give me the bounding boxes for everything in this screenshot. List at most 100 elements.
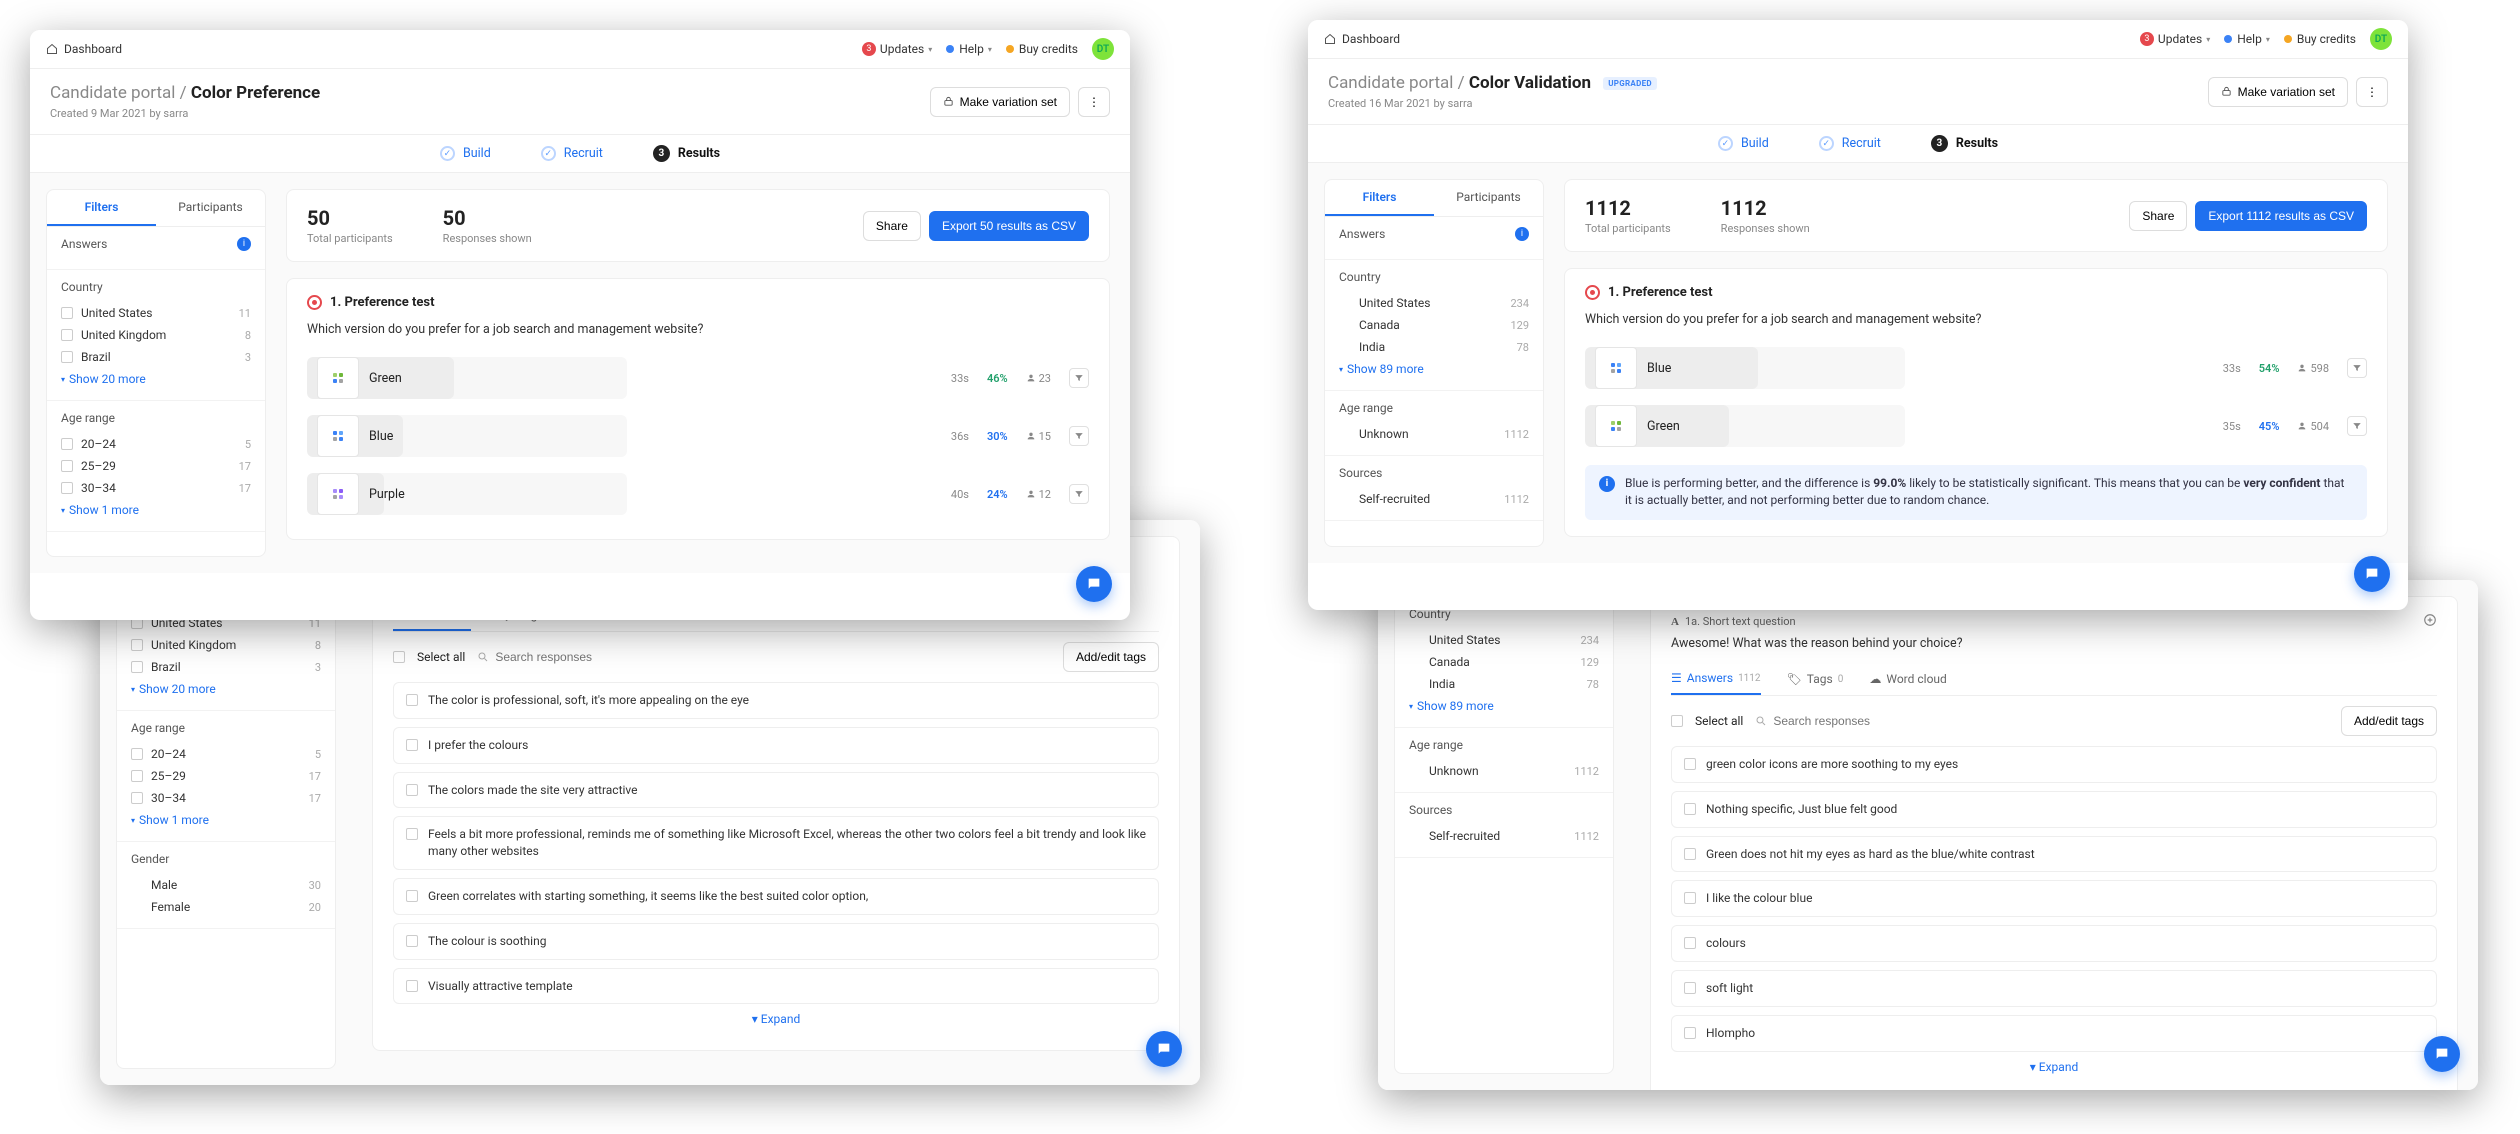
filter-row[interactable]: India78 [1339,336,1529,358]
checkbox[interactable] [131,770,143,782]
share-button[interactable]: Share [863,211,921,241]
filter-row[interactable]: Canada129 [1339,314,1529,336]
buy-credits-link[interactable]: Buy credits [1006,42,1078,56]
tab-build[interactable]: ✓Build [440,145,491,162]
checkbox[interactable] [61,460,73,472]
tab-results[interactable]: 3Results [1931,135,1998,152]
response-row[interactable]: Green does not hit my eyes as hard as th… [1671,836,2437,873]
answer-bar[interactable]: Blue [1585,347,1905,389]
checkbox[interactable] [131,661,143,673]
answer-bar[interactable]: Green [1585,405,1905,447]
search[interactable] [1755,714,2036,728]
tab-recruit[interactable]: ✓Recruit [1819,135,1881,152]
filter-row[interactable]: United Kingdom8 [61,324,251,346]
answer-bar[interactable]: Purple [307,473,627,515]
search[interactable] [477,650,758,664]
filters-tab[interactable]: Filters [1325,180,1434,216]
avatar[interactable]: DT [2370,28,2392,50]
response-row[interactable]: Visually attractive template [393,968,1159,1005]
filter-row[interactable]: 25–2917 [131,765,321,787]
show-more[interactable]: ▾Show 1 more [61,499,251,521]
response-row[interactable]: Nothing specific, Just blue felt good [1671,791,2437,828]
response-row[interactable]: The colors made the site very attractive [393,772,1159,809]
response-row[interactable]: colours [1671,925,2437,962]
response-row[interactable]: green color icons are more soothing to m… [1671,746,2437,783]
filter-row[interactable]: United States234 [1409,629,1599,651]
select-all-cb[interactable] [1671,715,1683,727]
filter-row[interactable]: Male30 [131,874,321,896]
checkbox[interactable] [131,639,143,651]
checkbox[interactable] [1684,892,1696,904]
select-all-cb[interactable] [393,651,405,663]
filter-row[interactable]: United States234 [1339,292,1529,314]
subtab-tags[interactable]: 🏷 Tags 0 [1787,664,1844,694]
checkbox[interactable] [406,828,418,840]
make-variation-button[interactable]: Make variation set [2208,77,2348,107]
response-row[interactable]: Green correlates with starting something… [393,878,1159,915]
checkbox[interactable] [1684,848,1696,860]
filter-row[interactable]: 25–2917 [61,455,251,477]
filters-tab[interactable]: Filters [47,190,156,226]
help-link[interactable]: Help▾ [946,42,992,56]
response-row[interactable]: I like the colour blue [1671,880,2437,917]
response-row[interactable]: soft light [1671,970,2437,1007]
subtab-wordcloud[interactable]: ☁ Word cloud [1869,664,1946,694]
search-input[interactable] [495,650,695,664]
response-row[interactable]: Hlompho [1671,1015,2437,1052]
show-more[interactable]: ▾Show 20 more [61,368,251,390]
participants-tab[interactable]: Participants [156,190,265,226]
checkbox[interactable] [1684,803,1696,815]
export-button[interactable]: Export 1112 results as CSV [2195,201,2367,231]
checkbox[interactable] [1684,937,1696,949]
filter-icon[interactable] [2347,358,2367,378]
filter-row[interactable]: Brazil3 [61,346,251,368]
checkbox[interactable] [406,694,418,706]
checkbox[interactable] [1684,1027,1696,1039]
expand-button[interactable]: ▾ Expand [1671,1052,2437,1082]
checkbox[interactable] [61,351,73,363]
filter-icon[interactable] [1069,368,1089,388]
show-more[interactable]: ▾Show 20 more [131,678,321,700]
expand-button[interactable]: ▾ Expand [393,1004,1159,1034]
response-row[interactable]: The colour is soothing [393,923,1159,960]
response-row[interactable]: Feels a bit more professional, reminds m… [393,816,1159,870]
checkbox[interactable] [406,739,418,751]
tab-recruit[interactable]: ✓Recruit [541,145,603,162]
updates-link[interactable]: 3Updates▾ [2140,32,2210,46]
checkbox[interactable] [406,980,418,992]
more-button[interactable]: ⋮ [2356,77,2388,107]
select-all-label[interactable]: Select all [1695,714,1743,728]
checkbox[interactable] [1684,982,1696,994]
filter-row[interactable]: Unknown1112 [1409,760,1599,782]
show-more[interactable]: ▾Show 89 more [1339,358,1529,380]
answer-bar[interactable]: Blue [307,415,627,457]
filter-row[interactable]: 20–245 [131,743,321,765]
add-edit-tags-button[interactable]: Add/edit tags [1063,642,1159,672]
chat-bubble[interactable] [2354,556,2390,592]
chat-bubble[interactable] [1146,1031,1182,1067]
make-variation-button[interactable]: Make variation set [930,87,1070,117]
checkbox[interactable] [61,438,73,450]
select-all-label[interactable]: Select all [417,650,465,664]
filter-icon[interactable] [1069,426,1089,446]
help-link[interactable]: Help▾ [2224,32,2270,46]
filter-row[interactable]: Self-recruited1112 [1339,488,1529,510]
checkbox[interactable] [61,329,73,341]
filter-icon[interactable] [2347,416,2367,436]
filter-row[interactable]: India78 [1409,673,1599,695]
avatar[interactable]: DT [1092,38,1114,60]
dashboard-link[interactable]: Dashboard [46,42,122,56]
response-row[interactable]: The color is professional, soft, it's mo… [393,682,1159,719]
show-more[interactable]: ▾Show 1 more [131,809,321,831]
filter-row[interactable]: United Kingdom8 [131,634,321,656]
hint-icon[interactable]: i [1515,227,1529,241]
search-input[interactable] [1773,714,1973,728]
chat-bubble[interactable] [1076,566,1112,602]
checkbox[interactable] [61,307,73,319]
add-edit-tags-button[interactable]: Add/edit tags [2341,706,2437,736]
filter-row[interactable]: 30–3417 [61,477,251,499]
expand-icon[interactable] [2423,613,2437,630]
checkbox[interactable] [131,748,143,760]
filter-row[interactable]: 30–3417 [131,787,321,809]
participants-tab[interactable]: Participants [1434,180,1543,216]
